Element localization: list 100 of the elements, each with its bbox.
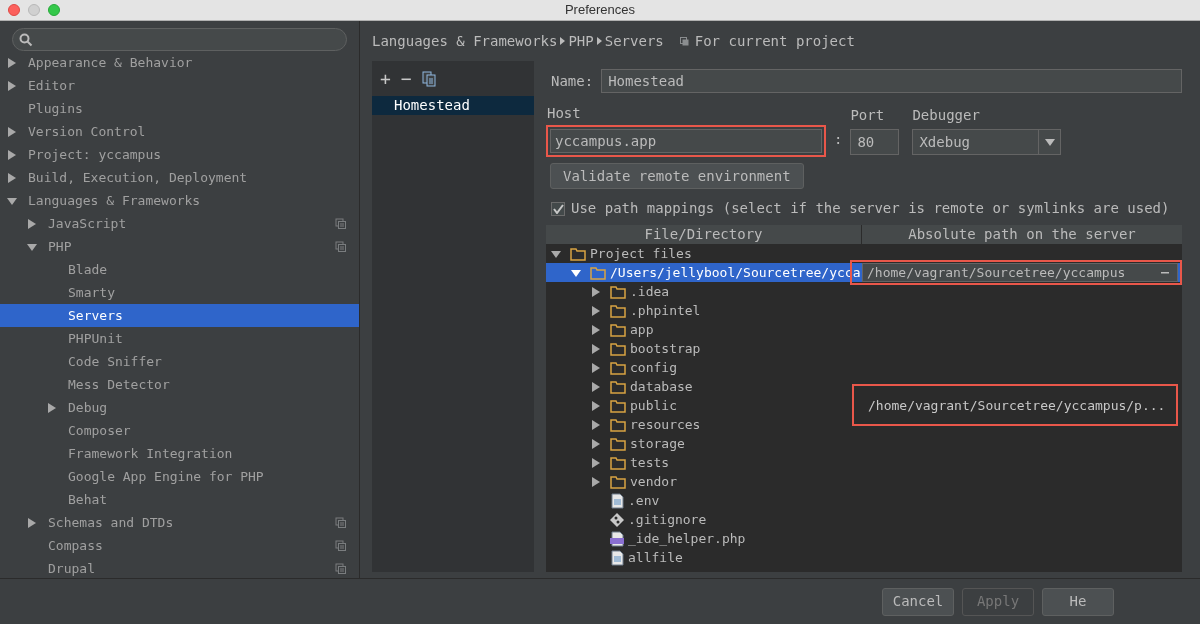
sidebar-item[interactable]: Project: yccampus xyxy=(0,143,359,166)
sidebar-item[interactable]: Plugins xyxy=(0,97,359,120)
tree-row[interactable]: _ide_helper.php xyxy=(546,529,1182,548)
collapsed-arrow-icon[interactable] xyxy=(6,148,18,161)
server-list-item[interactable]: Homestead xyxy=(372,96,534,115)
collapsed-arrow-icon[interactable] xyxy=(590,437,602,450)
tree-row[interactable]: vendor xyxy=(546,472,1182,491)
sidebar-item[interactable]: JavaScript xyxy=(0,212,359,235)
sidebar-item[interactable]: Appearance & Behavior xyxy=(0,51,359,74)
collapsed-arrow-icon[interactable] xyxy=(26,516,38,529)
tree-label: _ide_helper.php xyxy=(628,529,746,548)
tree-row[interactable]: .idea xyxy=(546,282,1182,301)
breadcrumb-item[interactable]: PHP xyxy=(568,30,594,52)
sidebar-item[interactable]: Mess Detector xyxy=(0,373,359,396)
tree-row[interactable]: bootstrap xyxy=(546,339,1182,358)
name-field[interactable]: Homestead xyxy=(601,69,1182,93)
mappings-table[interactable] xyxy=(546,225,1182,572)
sidebar-item[interactable]: PHPUnit xyxy=(0,327,359,350)
collapsed-arrow-icon[interactable] xyxy=(590,323,602,336)
sidebar-item[interactable]: PHP xyxy=(0,235,359,258)
sidebar-item[interactable]: Languages & Frameworks xyxy=(0,189,359,212)
collapsed-arrow-icon[interactable] xyxy=(6,79,18,92)
folder-icon xyxy=(610,474,626,489)
sidebar-item[interactable]: Framework Integration xyxy=(0,442,359,465)
collapsed-arrow-icon[interactable] xyxy=(590,475,602,488)
tree-row[interactable]: config xyxy=(546,358,1182,377)
checkbox[interactable] xyxy=(551,201,565,216)
tree-row[interactable]: .env xyxy=(546,491,1182,510)
tree-label: .gitignore xyxy=(628,510,707,529)
sidebar-item[interactable]: Editor xyxy=(0,74,359,97)
sidebar-item[interactable]: Version Control xyxy=(0,120,359,143)
column-header[interactable]: File/Directory xyxy=(546,225,862,244)
tree-label: resources xyxy=(630,415,701,434)
dialog-button[interactable]: He xyxy=(1042,587,1114,616)
collapsed-arrow-icon[interactable] xyxy=(26,217,38,230)
tree-row[interactable]: app xyxy=(546,320,1182,339)
server-path: /home/vagrant/Sourcetree/yccampus/p... xyxy=(867,396,1167,415)
folder-icon xyxy=(610,322,626,337)
tree-row[interactable]: resources xyxy=(546,415,1182,434)
tree-row[interactable]: .gitignore xyxy=(546,510,1182,529)
column-header[interactable]: Absolute path on the server xyxy=(862,225,1182,244)
sidebar-item[interactable]: Composer xyxy=(0,419,359,442)
sidebar-item[interactable]: Debug xyxy=(0,396,359,419)
close-icon[interactable] xyxy=(8,4,20,16)
copy-icon[interactable] xyxy=(421,70,436,87)
tree-row[interactable]: public /home/vagrant/Sourcetree/yccampus/p... xyxy=(546,396,1182,415)
server-path-field[interactable]: /home/vagrant/Sourcetree/yccampus xyxy=(862,263,1178,282)
debugger-dropdown[interactable]: Xdebug xyxy=(912,129,1062,155)
collapsed-arrow-icon[interactable] xyxy=(6,56,18,69)
tree-row[interactable]: Project files xyxy=(546,244,1182,263)
host-field[interactable]: yccampus.app xyxy=(550,129,822,153)
remove-button[interactable]: − xyxy=(400,69,412,88)
checkbox-label: Use path mappings (select if the server is remote or symlinks are used) xyxy=(571,199,1170,218)
validate-button[interactable]: Validate remote environment xyxy=(550,163,804,189)
sidebar-item[interactable]: Drupal xyxy=(0,557,359,578)
port-field[interactable]: 80 xyxy=(850,129,900,155)
tree-row[interactable]: tests xyxy=(546,453,1182,472)
collapsed-arrow-icon[interactable] xyxy=(6,171,18,184)
sidebar-item[interactable]: Google App Engine for PHP xyxy=(0,465,359,488)
tree-label: Project files xyxy=(590,244,692,263)
collapsed-arrow-icon[interactable] xyxy=(590,399,602,412)
caret-icon xyxy=(1044,138,1055,146)
tree-label: app xyxy=(630,320,654,339)
breadcrumb-item[interactable]: Servers xyxy=(604,30,664,52)
sidebar-item[interactable]: Blade xyxy=(0,258,359,281)
search-icon xyxy=(19,32,33,47)
collapsed-arrow-icon[interactable] xyxy=(590,456,602,469)
collapsed-arrow-icon[interactable] xyxy=(590,285,602,298)
sidebar-item[interactable]: Compass xyxy=(0,534,359,557)
collapsed-arrow-icon[interactable] xyxy=(46,401,58,414)
sidebar-item[interactable]: Servers xyxy=(0,304,359,327)
sidebar-item[interactable]: Schemas and DTDs xyxy=(0,511,359,534)
tree-label: .phpintel xyxy=(630,301,701,320)
folder-icon xyxy=(610,341,626,356)
sidebar-item[interactable]: Build, Execution, Deployment xyxy=(0,166,359,189)
collapsed-arrow-icon[interactable] xyxy=(6,125,18,138)
tree-row[interactable]: .phpintel xyxy=(546,301,1182,320)
tree-row[interactable]: allfile xyxy=(546,548,1182,567)
breadcrumb-item[interactable]: Languages & Frameworks xyxy=(372,30,558,52)
sidebar-item[interactable]: Code Sniffer xyxy=(0,350,359,373)
folder-icon xyxy=(570,246,586,261)
search-field[interactable] xyxy=(12,28,347,51)
collapsed-arrow-icon[interactable] xyxy=(590,361,602,374)
tree-row[interactable]: storage xyxy=(546,434,1182,453)
dialog-button[interactable]: Cancel xyxy=(882,587,954,616)
collapsed-arrow-icon[interactable] xyxy=(590,304,602,317)
collapsed-arrow-icon[interactable] xyxy=(590,342,602,355)
folder-icon xyxy=(610,284,626,299)
separator-arrow-icon xyxy=(595,36,603,46)
collapsed-arrow-icon[interactable] xyxy=(590,380,602,393)
sidebar-item[interactable]: Smarty xyxy=(0,281,359,304)
folder-icon xyxy=(610,379,626,394)
add-button[interactable]: + xyxy=(380,69,391,88)
tree-label: .idea xyxy=(630,282,670,301)
tree-row[interactable]: database xyxy=(546,377,1182,396)
diamond-icon xyxy=(610,512,624,527)
collapsed-arrow-icon[interactable] xyxy=(590,418,602,431)
sidebar-item[interactable]: Behat xyxy=(0,488,359,511)
name-label: Name: xyxy=(551,71,594,91)
tree-label: .env xyxy=(628,491,660,510)
